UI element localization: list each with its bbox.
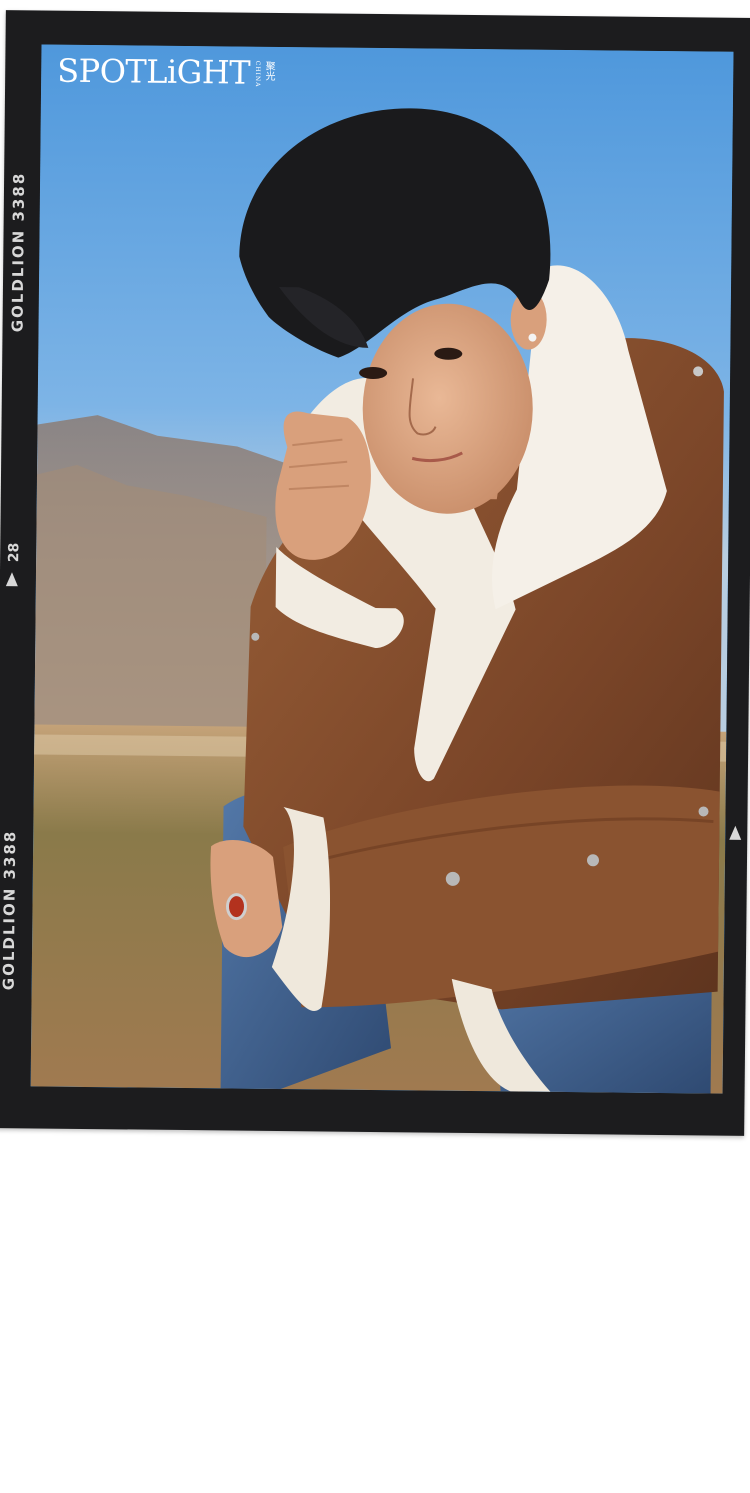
brand-sub: CHINA 聚光: [254, 61, 283, 88]
photograph: SPOTLiGHT CHINA 聚光: [30, 44, 734, 1094]
film-frame: SPOTLiGHT CHINA 聚光 GOLDLION 3388 GOLDLIO…: [0, 10, 750, 1136]
brand-logo: SPOTLiGHT CHINA 聚光: [57, 51, 283, 92]
film-marker-triangle-icon: [5, 572, 18, 587]
brand-cn: 聚光: [262, 60, 275, 81]
film-marker-triangle-icon-right: [729, 825, 742, 840]
film-edge-label-2: GOLDLION 3388: [0, 829, 20, 991]
film-frame-number: 28: [6, 542, 23, 563]
film-edge-label: GOLDLION 3388: [8, 171, 29, 333]
brand-china: CHINA: [253, 60, 262, 88]
photo-illustration: [30, 44, 734, 1094]
brand-name: SPOTLiGHT: [57, 51, 251, 92]
